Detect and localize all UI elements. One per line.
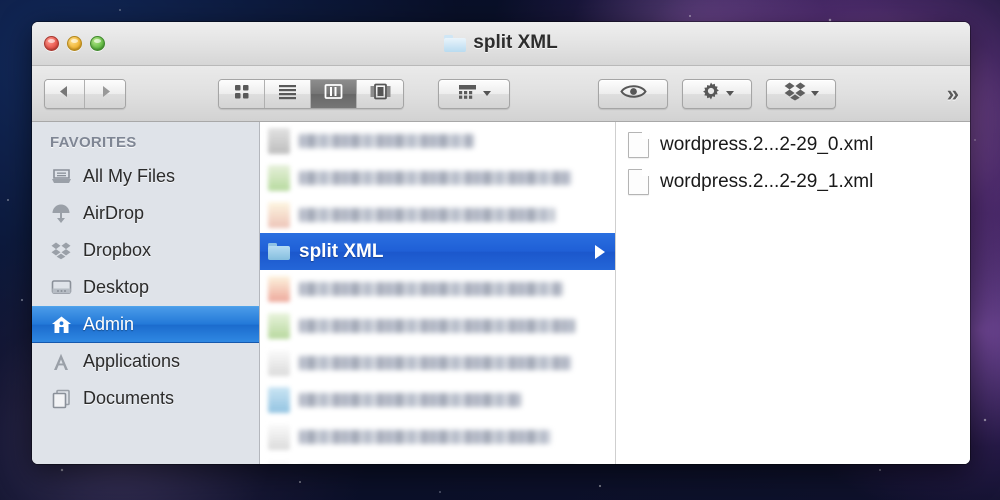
sidebar-item-airdrop[interactable]: AirDrop (32, 195, 259, 232)
dropbox-icon (50, 241, 72, 261)
list-item[interactable] (260, 455, 615, 464)
grid-icon (232, 82, 251, 106)
toolbar: » (32, 66, 970, 122)
disclosure-triangle-icon (595, 244, 605, 259)
sidebar-section-favorites: FAVORITES (50, 134, 137, 151)
chevron-down-icon (483, 91, 491, 96)
document-icon (628, 131, 649, 158)
document-icon (628, 168, 649, 195)
file-column[interactable]: wordpress.2...2-29_0.xml wordpress.2...2… (616, 122, 970, 464)
list-item[interactable] (260, 122, 615, 159)
view-mode-column-view[interactable] (311, 79, 357, 108)
sidebar-item-documents[interactable]: Documents (32, 380, 259, 417)
title-bar: split XML (32, 22, 970, 66)
home-icon (50, 315, 72, 335)
sidebar-item-label: Admin (83, 314, 135, 334)
all-my-files-icon (50, 167, 72, 187)
sidebar-item-label: All My Files (83, 166, 176, 186)
sidebar-item-label: Dropbox (83, 240, 152, 260)
dropbox-menu-button[interactable] (766, 78, 836, 109)
gear-icon (701, 81, 721, 106)
list-item[interactable] (260, 159, 615, 196)
navigation-buttons (44, 78, 126, 109)
chevron-down-icon (725, 91, 734, 96)
sidebar-item-label: Applications (83, 351, 181, 371)
sidebar-item-label: Documents (83, 388, 175, 408)
file-name-label: wordpress.2...2-29_0.xml (660, 133, 874, 155)
sidebar-item-applications[interactable]: Applications (32, 343, 259, 380)
view-mode-coverflow-view[interactable] (357, 79, 403, 108)
folder-icon (444, 34, 467, 52)
view-mode-icon-view[interactable] (219, 79, 265, 108)
sidebar: FAVORITES All My Files AirDrop Dropbox D… (32, 122, 260, 464)
chevron-down-icon (810, 91, 819, 96)
chevron-left-icon (57, 84, 72, 104)
dropbox-icon (784, 81, 806, 106)
window-title: split XML (32, 32, 970, 54)
documents-icon (50, 389, 72, 409)
file-name-label: wordpress.2...2-29_1.xml (660, 170, 874, 192)
eye-icon (619, 83, 647, 105)
chevron-right-icon (98, 84, 113, 104)
back-button[interactable] (45, 79, 85, 108)
sidebar-item-all-my-files[interactable]: All My Files (32, 158, 259, 195)
folder-icon (268, 243, 290, 260)
window-title-text: split XML (473, 32, 558, 53)
sidebar-item-dropbox[interactable]: Dropbox (32, 232, 259, 269)
toolbar-overflow-button[interactable]: » (947, 81, 959, 107)
view-mode-switcher (218, 78, 404, 109)
column-browser: split XML wordpress.2...2-29_0.xml wordp… (260, 122, 970, 464)
applications-icon (50, 352, 72, 372)
columns-icon (323, 82, 344, 106)
list-item[interactable] (260, 344, 615, 381)
list-item[interactable] (260, 196, 615, 233)
folder-column[interactable]: split XML (260, 122, 616, 464)
view-mode-list-view[interactable] (265, 79, 311, 108)
list-lines-icon (277, 82, 298, 106)
sidebar-item-admin[interactable]: Admin (32, 306, 259, 343)
coverflow-icon (369, 82, 392, 106)
file-row[interactable]: wordpress.2...2-29_0.xml (616, 126, 970, 163)
quicklook-button[interactable] (598, 78, 668, 109)
sidebar-item-label: AirDrop (83, 203, 145, 223)
arrange-by-button[interactable] (438, 78, 510, 109)
finder-window: split XML » FAVORITES All My Files AirDr… (32, 22, 970, 464)
list-item-label: split XML (299, 240, 384, 262)
forward-button[interactable] (85, 79, 125, 108)
window-body: FAVORITES All My Files AirDrop Dropbox D… (32, 122, 970, 464)
action-menu-button[interactable] (682, 78, 752, 109)
list-item[interactable] (260, 270, 615, 307)
list-item-split-xml[interactable]: split XML (260, 233, 615, 270)
list-item[interactable] (260, 307, 615, 344)
arrange-grid-icon (457, 83, 478, 105)
list-item[interactable] (260, 381, 615, 418)
sidebar-item-desktop[interactable]: Desktop (32, 269, 259, 306)
desktop-icon (50, 278, 72, 298)
airdrop-icon (50, 204, 72, 224)
list-item[interactable] (260, 418, 615, 455)
file-row[interactable]: wordpress.2...2-29_1.xml (616, 163, 970, 200)
sidebar-item-label: Desktop (83, 277, 150, 297)
